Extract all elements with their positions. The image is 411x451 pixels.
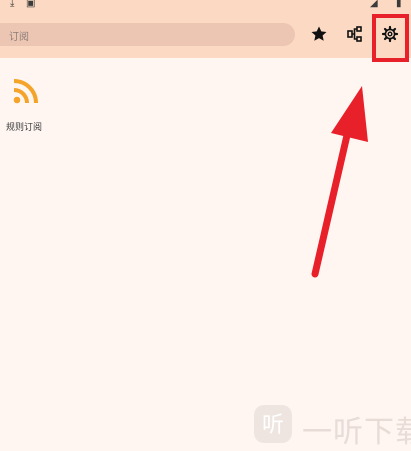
rss-icon [12, 77, 40, 105]
search-input[interactable]: 订阅 [0, 23, 295, 46]
download-icon: ⤓ [10, 0, 15, 9]
subscription-grid: 规则订阅 [0, 58, 411, 444]
status-bar: ⤓ ▣ ◢ ▮ [0, 0, 411, 12]
signal-icon: ◢ [370, 0, 378, 9]
watermark-text: 一听下载 [302, 416, 411, 449]
subscription-tile-rules[interactable]: 规则订阅 [0, 72, 52, 142]
svg-text:听: 听 [262, 413, 284, 438]
settings-highlight-box [372, 14, 409, 62]
battery-icon: ▮ [396, 0, 402, 9]
app-bar: 订阅 [0, 12, 411, 58]
watermark: 听 一听下载 [252, 403, 411, 449]
rule-link-icon[interactable] [343, 22, 367, 46]
star-icon[interactable] [307, 22, 331, 46]
search-placeholder: 订阅 [9, 32, 29, 43]
watermark-logo-icon: 听 [254, 405, 292, 443]
subscription-label: 规则订阅 [6, 122, 43, 132]
notification-icon: ▣ [26, 0, 36, 9]
